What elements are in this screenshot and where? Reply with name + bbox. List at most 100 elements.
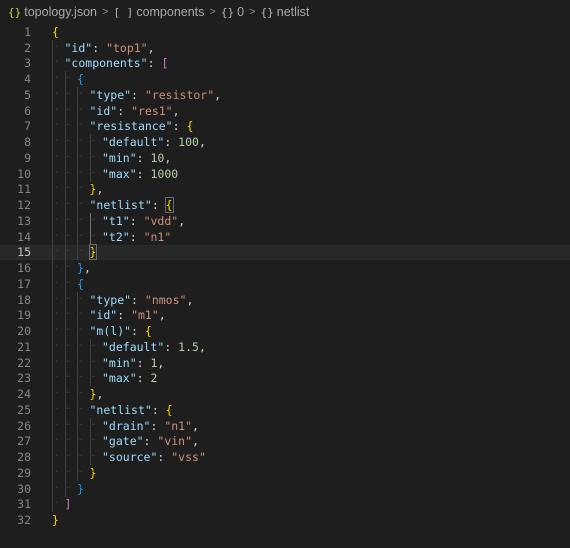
code-lines[interactable]: 1{2"id": "top1",3"components": [4{5"type… [0, 24, 570, 528]
code-line[interactable]: 1{ [0, 24, 570, 40]
code-line[interactable]: 25 "netlist": { [0, 402, 570, 418]
json-string: "vdd" [143, 213, 179, 228]
code-line[interactable]: 19 "id": "m1", [0, 307, 570, 324]
line-content: }, [52, 260, 91, 276]
indent-guide [89, 370, 103, 387]
indent-guide [64, 87, 78, 103]
code-line[interactable]: 3 "components": [ [0, 55, 570, 72]
indent-guide [89, 150, 103, 166]
breadcrumb-item-index[interactable]: {} 0 [221, 5, 244, 19]
breadcrumb-components-label: components [136, 5, 205, 19]
line-content: "max": 1000 [52, 165, 178, 182]
indent-guide [77, 433, 90, 450]
code-line[interactable]: 14 "t2": "n1" [0, 228, 570, 245]
line-number: 7 [24, 119, 31, 134]
code-line[interactable]: 15} [0, 244, 570, 261]
indent-guide [77, 197, 90, 213]
code-line[interactable]: 32} [0, 512, 570, 528]
code-line[interactable]: 22 "min": 1, [0, 354, 570, 371]
line-content: "type": "nmos", [52, 291, 193, 308]
indent-guide [64, 402, 78, 418]
code-line[interactable]: 24}, [0, 386, 570, 402]
code-line[interactable]: 10 "max": 1000 [0, 165, 570, 182]
line-content: "id": "m1", [52, 307, 166, 324]
bracket: } [52, 513, 59, 528]
json-string: "res1" [131, 103, 173, 118]
indent-guide [64, 307, 78, 324]
line-number: 17 [17, 276, 31, 291]
line-number: 30 [17, 481, 31, 496]
code-line[interactable]: 18 "type": "nmos", [0, 291, 570, 308]
indent-guide [77, 354, 90, 371]
line-number: 21 [17, 339, 31, 354]
code-line[interactable]: 20 "m(l)": { [0, 323, 570, 339]
code-editor[interactable]: {} topology.json > [ ] components > {} 0… [0, 0, 570, 548]
indent-guide [77, 181, 90, 198]
code-line[interactable]: 13 "t1": "vdd", [0, 213, 570, 229]
indent-guide [89, 213, 103, 229]
code-line[interactable]: 11}, [0, 181, 570, 198]
code-line[interactable]: 23 "max": 2 [0, 370, 570, 387]
bracket: { [164, 197, 174, 214]
indent-guide [52, 480, 65, 497]
punctuation: , [198, 339, 206, 354]
code-line[interactable]: 26 "drain": "n1", [0, 417, 570, 434]
code-line[interactable]: 17 { [0, 276, 570, 292]
code-line[interactable]: 29} [0, 465, 570, 481]
punctuation: : [131, 324, 145, 339]
code-line[interactable]: 8 "default": 100, [0, 134, 570, 150]
breadcrumb-item-netlist[interactable]: {} netlist [261, 5, 310, 19]
punctuation: , [192, 434, 199, 449]
indent-guide [77, 165, 90, 182]
code-line[interactable]: 21 "default": 1.5, [0, 339, 570, 355]
punctuation: , [83, 261, 91, 276]
punctuation: , [96, 182, 104, 197]
line-number: 15 [17, 245, 31, 260]
indent-guide [77, 307, 90, 324]
code-line[interactable]: 4{ [0, 71, 570, 87]
line-content: "t1": "vdd", [52, 213, 185, 229]
chevron-right-icon: > [249, 6, 256, 18]
code-line[interactable]: 31] [0, 496, 570, 513]
json-string: "resistor" [144, 87, 215, 102]
line-number: 6 [24, 103, 31, 118]
indent-guide [77, 339, 90, 355]
indent-guide [52, 260, 65, 276]
line-number: 1 [24, 24, 31, 39]
code-line[interactable]: 16}, [0, 260, 570, 276]
line-content: "resistance": { [52, 118, 193, 135]
indent-guide [52, 134, 65, 150]
indent-guide [52, 181, 65, 198]
code-line[interactable]: 6 "id": "res1", [0, 102, 570, 119]
indent-guide [77, 228, 90, 245]
punctuation: : [136, 166, 151, 181]
line-number: 18 [17, 292, 31, 307]
line-content: "components": [ [52, 55, 168, 72]
breadcrumb-item-file[interactable]: {} topology.json [8, 5, 97, 19]
punctuation: : [136, 150, 151, 165]
indent-guide [64, 354, 78, 371]
code-line[interactable]: 30} [0, 480, 570, 497]
line-number: 28 [17, 450, 31, 465]
code-line[interactable]: 5 "type": "resistor", [0, 87, 570, 103]
line-content: "id": "res1", [52, 102, 180, 119]
line-content: { [52, 276, 84, 292]
json-string: "nmos" [144, 292, 187, 307]
line-number: 13 [17, 213, 31, 228]
line-number: 4 [24, 72, 31, 87]
indent-guide [52, 213, 65, 229]
bracket: { [144, 324, 152, 339]
punctuation: , [96, 387, 104, 402]
code-line[interactable]: 2 "id": "top1", [0, 39, 570, 56]
breadcrumb-item-components[interactable]: [ ] components [113, 5, 204, 19]
breadcrumb-netlist-label: netlist [276, 5, 310, 19]
breadcrumb: {} topology.json > [ ] components > {} 0… [0, 0, 570, 24]
code-line[interactable]: 27 "gate": "vin", [0, 433, 570, 450]
code-line[interactable]: 9 "min": 10, [0, 150, 570, 166]
code-line[interactable]: 12 "netlist": { [0, 197, 570, 214]
code-line[interactable]: 28 "source": "vss" [0, 449, 570, 465]
line-number: 22 [17, 355, 31, 370]
indent-guide [77, 134, 90, 150]
code-line[interactable]: 7 "resistance": { [0, 118, 570, 135]
json-number: 10 [150, 150, 165, 165]
